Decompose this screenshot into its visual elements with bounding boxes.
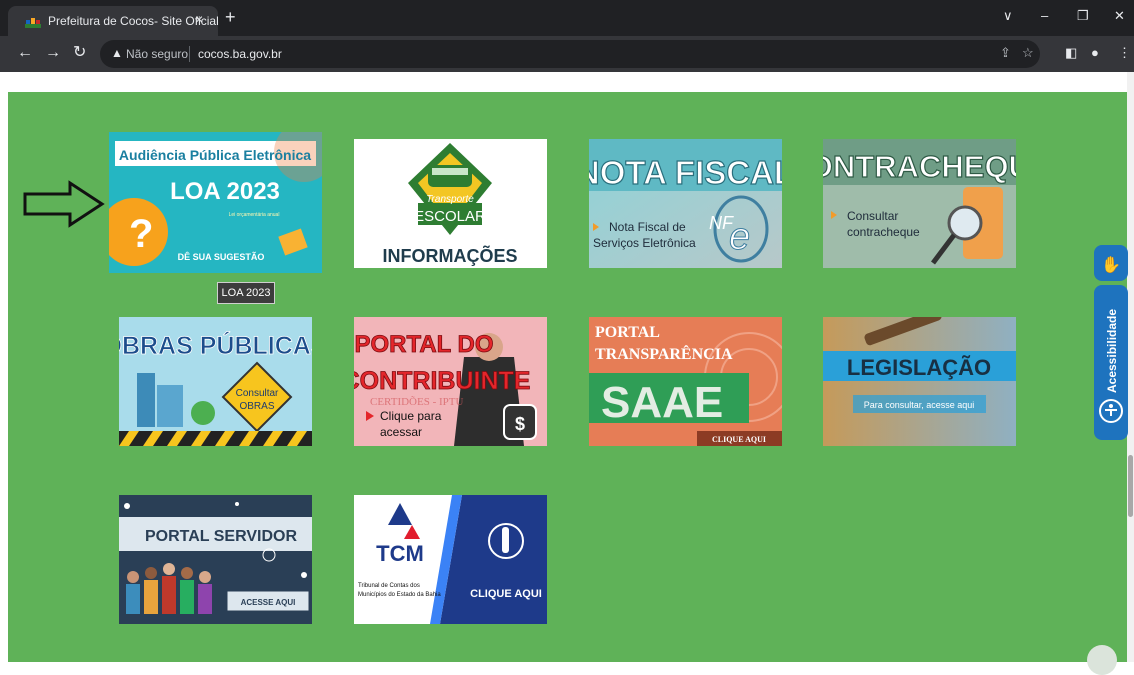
contracheque-line1: Consultar (847, 209, 898, 223)
chat-icon[interactable] (1087, 645, 1117, 675)
contracheque-title: CONTRACHEQUE (823, 149, 1016, 184)
contribuinte-title2: CONTRIBUINTE (354, 367, 530, 395)
obras-sign2: OBRAS (239, 401, 274, 412)
warning-icon[interactable]: ▲ (111, 46, 123, 60)
tab-search-icon[interactable]: ∨ (1003, 8, 1013, 24)
nota-fiscal-logo-e: e (729, 216, 750, 258)
sidebar-icon[interactable]: ◧ (1065, 45, 1077, 61)
loa-title: Audiência Pública Eletrônica (119, 147, 311, 163)
browser-toolbar: ← → ↻ ▲ Não seguro cocos.ba.gov.br ⇪ ☆ ◧… (0, 36, 1134, 72)
contribuinte-line1: Clique para (380, 409, 442, 423)
tooltip: LOA 2023 (217, 282, 275, 304)
star-icon[interactable]: ☆ (1022, 45, 1034, 61)
banner-transporte-escolar[interactable]: Transporte ESCOLAR INFORMAÇÕES (354, 139, 547, 268)
servidor-cta: ACESSE AQUI (241, 598, 296, 607)
security-label[interactable]: Não seguro (126, 47, 188, 61)
nota-fiscal-title: NOTA FISCAL (589, 154, 782, 191)
scrollbar-thumb[interactable] (1128, 455, 1133, 517)
browser-tab[interactable]: Prefeitura de Cocos- Site Oficial × (8, 6, 219, 36)
nota-fiscal-line2: Serviços Eletrônica (593, 236, 696, 250)
scrollbar-track[interactable] (1127, 72, 1134, 662)
tcm-cta: CLIQUE AQUI (470, 588, 542, 600)
pointer-arrow-icon (23, 180, 105, 228)
tab-title: Prefeitura de Cocos- Site Oficial (48, 14, 219, 28)
share-icon[interactable]: ⇪ (1000, 45, 1011, 61)
contribuinte-line2: acessar (380, 425, 422, 439)
contribuinte-faint: CERTIDÕES - IPTU (370, 396, 464, 408)
favicon-icon (25, 18, 41, 28)
loa-main: LOA 2023 (170, 178, 280, 205)
banner-legislacao[interactable]: LEGISLAÇÃO Para consultar, acesse aqui (823, 317, 1016, 446)
banner-contracheque[interactable]: CONTRACHEQUE Consultar contracheque (823, 139, 1016, 268)
saae-main: SAAE (601, 378, 723, 427)
address-divider (189, 46, 190, 62)
legislacao-title: LEGISLAÇÃO (847, 355, 991, 380)
accessibility-widget[interactable]: ✋ Acessibilidade (1094, 245, 1128, 440)
nota-fiscal-line1: Nota Fiscal de (609, 220, 686, 234)
banner-tcm[interactable]: TCM Tribunal de Contas dos Municípios do… (354, 495, 547, 624)
back-icon[interactable]: ← (17, 44, 33, 62)
banner-nota-fiscal[interactable]: NOTA FISCAL NF e Nota Fiscal de Serviços… (589, 139, 782, 268)
loa-sub: Lei orçamentária anual (229, 212, 280, 218)
saae-title1: PORTAL (595, 324, 660, 341)
contribuinte-title1: PORTAL DO (354, 331, 493, 358)
new-tab-icon[interactable]: + (225, 8, 236, 26)
forward-icon[interactable]: → (45, 44, 61, 62)
banner-portal-contribuinte[interactable]: PORTAL DO CONTRIBUINTE CERTIDÕES - IPTU … (354, 317, 547, 446)
tcm-logo: TCM (376, 541, 424, 566)
contracheque-line2: contracheque (847, 225, 920, 239)
menu-icon[interactable]: ⋮ (1118, 45, 1131, 61)
banner-obras-publicas[interactable]: OBRAS PÚBLICAS Consultar OBRAS (119, 317, 312, 446)
tcm-org1: Tribunal de Contas dos (358, 583, 420, 589)
accessibility-label: Acessibilidade (1105, 309, 1119, 393)
saae-title2: TRANSPARÊNCIA (595, 344, 733, 363)
close-window-icon[interactable]: ✕ (1114, 8, 1125, 24)
svg-text:?: ? (129, 212, 153, 256)
obras-sign1: Consultar (236, 388, 279, 399)
svg-text:✋: ✋ (1101, 255, 1121, 274)
transporte-title: Transporte (426, 194, 474, 205)
banner-portal-transparencia-saae[interactable]: PORTAL TRANSPARÊNCIA SAAE CLIQUE AQUI (589, 317, 782, 446)
tab-strip: Prefeitura de Cocos- Site Oficial × + ∨ … (0, 0, 1134, 36)
tcm-org2: Municípios do Estado da Bahia (358, 592, 441, 598)
url-text[interactable]: cocos.ba.gov.br (198, 47, 282, 61)
servidor-title: PORTAL SERVIDOR (145, 528, 297, 545)
minimize-icon[interactable]: – (1041, 8, 1048, 23)
transporte-main: ESCOLAR (414, 208, 486, 225)
legislacao-sub: Para consultar, acesse aqui (864, 400, 975, 410)
profile-icon[interactable]: ● (1091, 45, 1099, 60)
obras-title: OBRAS PÚBLICAS (119, 330, 312, 360)
banner-portal-servidor[interactable]: PORTAL SERVIDOR ACESSE AQUI (119, 495, 312, 624)
restore-icon[interactable]: ❐ (1077, 8, 1089, 24)
banner-loa-2023[interactable]: Audiência Pública Eletrônica LOA 2023 Le… (109, 132, 322, 273)
loa-cta: DÊ SUA SUGESTÃO (178, 251, 265, 262)
address-bar[interactable]: ▲ Não seguro cocos.ba.gov.br ⇪ ☆ (100, 40, 1040, 68)
reload-icon[interactable]: ↻ (73, 44, 86, 62)
transporte-footer: INFORMAÇÕES (383, 245, 518, 266)
svg-text:$: $ (515, 414, 525, 434)
saae-cta: CLIQUE AQUI (712, 435, 766, 444)
tab-close-icon[interactable]: × (195, 11, 203, 27)
